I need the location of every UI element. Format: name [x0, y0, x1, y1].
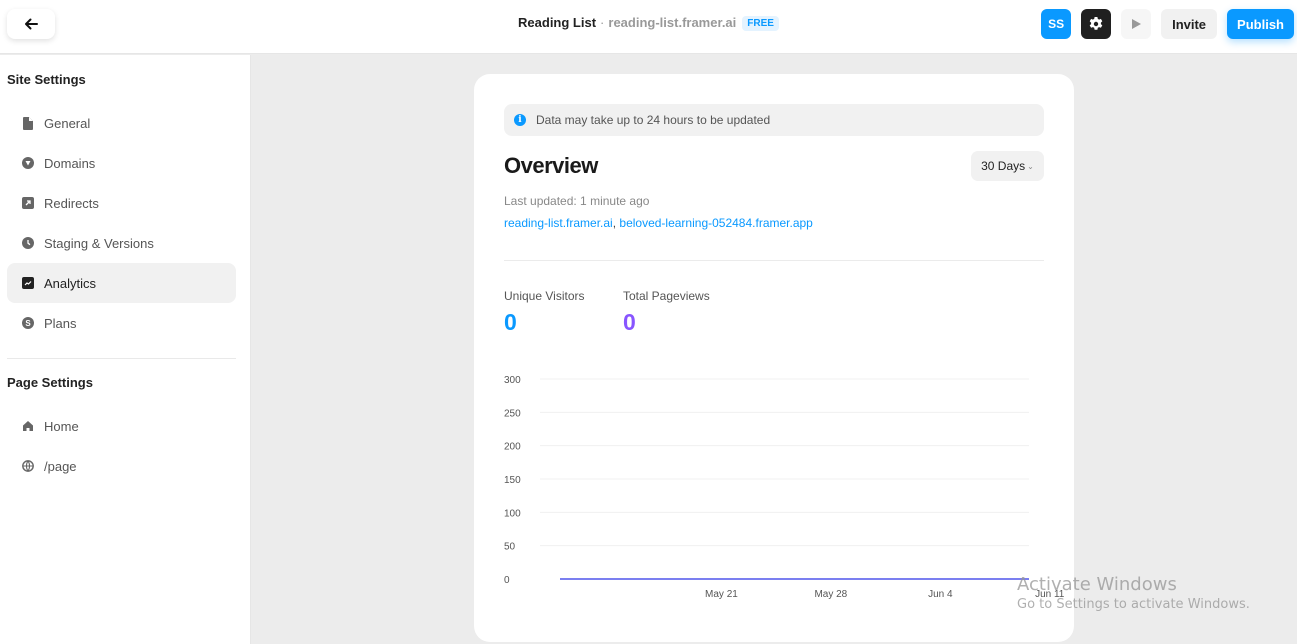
info-icon: i [514, 114, 526, 126]
sidebar-item-label: Staging & Versions [44, 235, 154, 251]
stat-label: Total Pageviews [623, 289, 710, 303]
clock-icon [21, 236, 35, 250]
analytics-icon [21, 276, 35, 290]
notice-text: Data may take up to 24 hours to be updat… [536, 113, 771, 127]
sidebar-item-general[interactable]: General [7, 103, 236, 143]
title-separator: · [600, 15, 605, 30]
y-tick-label: 300 [504, 375, 521, 386]
visitors-chart: 0 50 100 150 200 250 300 May 21 May 28 Jun 4 Jun 1… [504, 375, 1065, 600]
stat-unique-visitors: Unique Visitors 0 [504, 289, 584, 336]
project-domain[interactable]: reading-list.framer.ai [608, 15, 736, 30]
project-name: Reading List [518, 15, 597, 30]
y-tick-label: 100 [504, 508, 521, 519]
invite-button[interactable]: Invite [1161, 9, 1218, 39]
play-icon [1132, 19, 1142, 29]
sidebar-item-label: Plans [44, 315, 77, 331]
home-icon [21, 419, 35, 433]
sidebar-item-plans[interactable]: S Plans [7, 303, 236, 343]
stat-value: 0 [623, 309, 636, 335]
sidebar-item-label: Redirects [44, 195, 99, 211]
sidebar-item-label: Analytics [44, 275, 97, 291]
y-tick-label: 150 [504, 475, 521, 486]
globe-icon [21, 459, 35, 473]
dollar-icon: S [21, 316, 35, 330]
card-divider [504, 260, 1044, 261]
sidebar: Site Settings General Domains Redirects … [0, 55, 251, 644]
analytics-card: i Data may take up to 24 hours to be upd… [474, 74, 1074, 642]
stat-label: Unique Visitors [504, 289, 585, 303]
domain-links: reading-list.framer.ai, beloved-learning… [504, 216, 813, 230]
publish-button[interactable]: Publish [1227, 9, 1294, 39]
sidebar-item-analytics[interactable]: Analytics [7, 263, 236, 303]
data-delay-notice: i Data may take up to 24 hours to be upd… [504, 104, 1044, 136]
y-tick-label: 200 [504, 442, 521, 453]
preview-button[interactable] [1121, 9, 1152, 39]
x-tick-label: May 28 [814, 589, 847, 600]
y-tick-label: 50 [504, 542, 516, 553]
chevron-down-icon: ⌄ [1027, 161, 1034, 171]
sidebar-item-home[interactable]: Home [7, 406, 236, 446]
date-range-value: 30 Days [981, 159, 1026, 173]
domain-link-secondary[interactable]: beloved-learning-052484.framer.app [619, 216, 812, 230]
stat-total-pageviews: Total Pageviews 0 [623, 289, 710, 336]
sidebar-divider [7, 358, 236, 359]
redirect-icon [21, 196, 35, 210]
sidebar-item-page[interactable]: /page [7, 446, 236, 486]
page-settings-heading: Page Settings [7, 375, 93, 390]
domain-link-primary[interactable]: reading-list.framer.ai [504, 216, 613, 230]
sidebar-item-domains[interactable]: Domains [7, 143, 236, 183]
plan-badge: FREE [742, 16, 779, 31]
sidebar-item-label: /page [44, 458, 77, 474]
x-tick-label: May 21 [705, 589, 738, 600]
file-icon [21, 116, 35, 130]
sidebar-item-label: Home [44, 418, 79, 434]
sidebar-item-label: General [44, 115, 91, 131]
y-tick-label: 250 [504, 408, 521, 419]
date-range-select[interactable]: 30 Days ⌄ [971, 151, 1044, 181]
top-bar: Reading List · reading-list.framer.ai FREE … [0, 0, 1297, 54]
page-title: Overview [504, 153, 598, 178]
gear-icon [1089, 17, 1103, 30]
settings-button[interactable] [1081, 9, 1112, 39]
x-tick-label: Jun 4 [928, 589, 953, 600]
sidebar-item-redirects[interactable]: Redirects [7, 183, 236, 223]
y-tick-label: 0 [504, 575, 510, 586]
sidebar-item-label: Domains [44, 155, 96, 171]
user-avatar[interactable]: SS [1041, 9, 1072, 39]
x-tick-label: Jun 11 [1035, 589, 1065, 600]
stat-value: 0 [504, 309, 517, 335]
site-settings-heading: Site Settings [7, 72, 86, 87]
domain-icon [21, 156, 35, 170]
last-updated-text: Last updated: 1 minute ago [504, 194, 650, 208]
svg-text:S: S [25, 319, 31, 328]
sidebar-item-staging[interactable]: Staging & Versions [7, 223, 236, 263]
